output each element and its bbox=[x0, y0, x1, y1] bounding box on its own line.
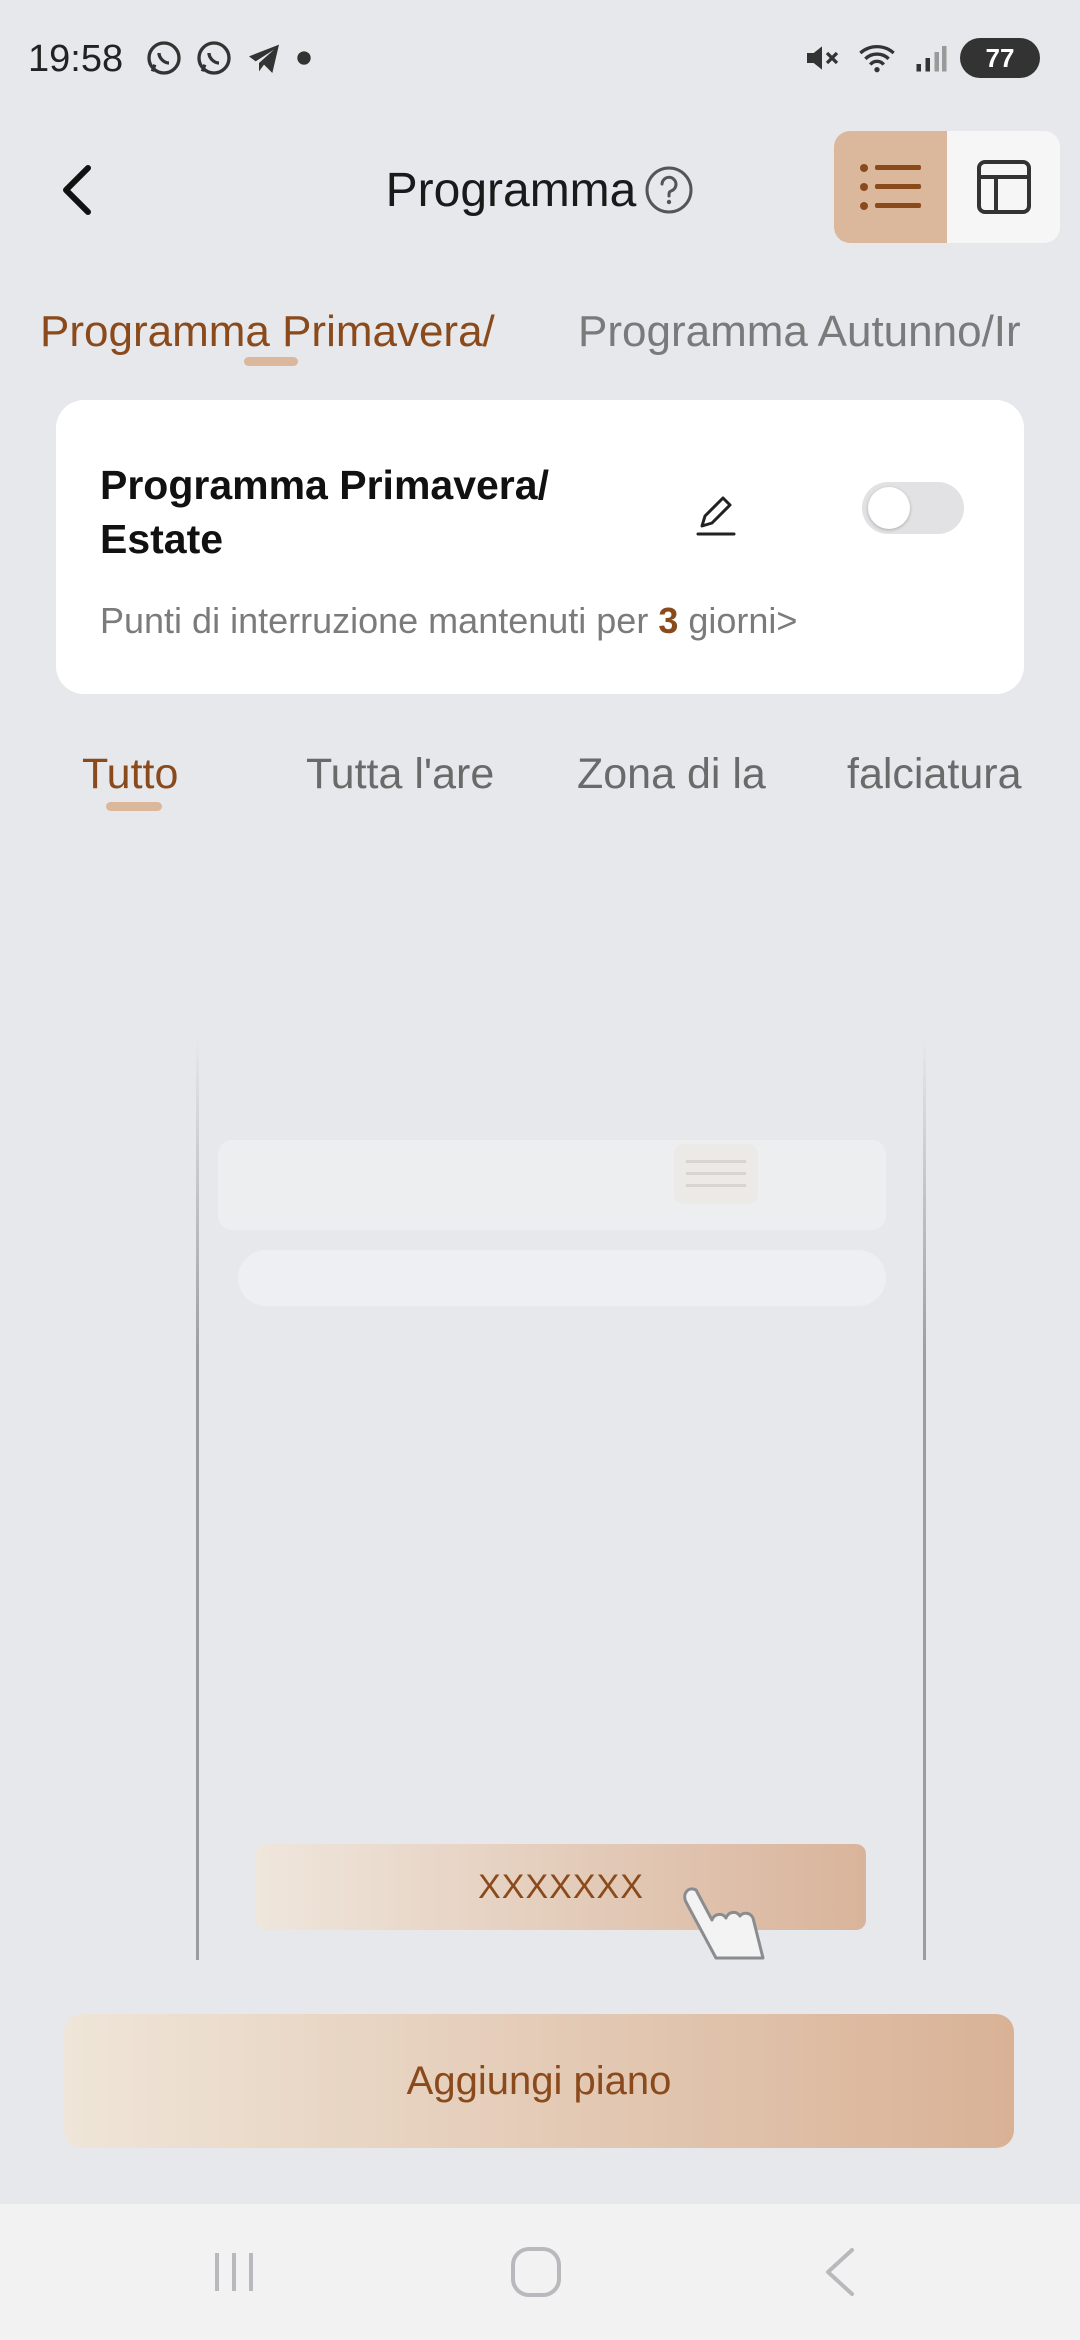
illustration-header-bar bbox=[218, 1140, 886, 1230]
battery-icon: 77 bbox=[960, 38, 1040, 78]
whatsapp-icon bbox=[147, 41, 181, 75]
wifi-icon bbox=[859, 45, 895, 73]
layout-view-button[interactable] bbox=[947, 131, 1060, 243]
recent-apps-button[interactable] bbox=[204, 2242, 264, 2302]
home-button[interactable] bbox=[506, 2242, 566, 2302]
zone-filter-zone[interactable]: Zona di la bbox=[577, 750, 766, 799]
program-title: Programma Primavera/ Estate bbox=[100, 462, 549, 562]
empty-state-illustration: XXXXXXX bbox=[196, 1040, 926, 1960]
back-triangle-icon bbox=[826, 2248, 854, 2296]
breakpoint-days: 3 bbox=[658, 600, 679, 641]
program-enable-switch[interactable] bbox=[862, 482, 964, 534]
battery-level: 77 bbox=[985, 42, 1015, 73]
status-bar: 19:58 77 bbox=[0, 0, 1080, 120]
zone-filter-mowing[interactable]: falciatura bbox=[847, 750, 1021, 799]
zone-filter-all[interactable]: Tutto bbox=[82, 750, 178, 799]
system-nav-bar bbox=[0, 2204, 1080, 2340]
nav-back-button[interactable] bbox=[810, 2242, 870, 2302]
illustration-pill bbox=[238, 1250, 886, 1306]
recent-apps-icon bbox=[215, 2253, 253, 2291]
switch-knob bbox=[868, 487, 910, 529]
notification-icons bbox=[144, 38, 314, 78]
zone-filter-whole-area[interactable]: Tutta l'are bbox=[306, 750, 494, 799]
layout-icon bbox=[976, 160, 1031, 214]
illustration-list-icon bbox=[674, 1144, 758, 1204]
tab-program-autumn[interactable]: Programma Autunno/Ir bbox=[578, 307, 1021, 357]
breakpoint-info-suffix: giorni> bbox=[678, 600, 798, 641]
zone-active-indicator bbox=[106, 802, 162, 811]
program-card: Programma Primavera/ Estate Punti di int… bbox=[56, 400, 1024, 694]
whatsapp-icon bbox=[197, 41, 231, 75]
add-plan-button[interactable]: Aggiungi piano bbox=[64, 2014, 1014, 2148]
system-icons: 77 bbox=[802, 38, 1040, 78]
program-tabs: Programma Primavera/ Programma Autunno/I… bbox=[0, 295, 1080, 385]
tab-active-indicator bbox=[244, 357, 298, 366]
screen: 19:58 77 Programma Programma Primavera/ bbox=[0, 0, 1080, 2340]
page-title: Programma bbox=[385, 163, 637, 217]
home-icon bbox=[511, 2247, 561, 2297]
dot-icon bbox=[297, 51, 311, 65]
zone-filters: Tutto Tutta l'are Zona di la falciatura bbox=[0, 740, 1080, 830]
view-mode-toggle bbox=[834, 131, 1060, 243]
status-time: 19:58 bbox=[28, 38, 124, 80]
list-icon bbox=[859, 164, 921, 210]
edit-icon[interactable] bbox=[686, 482, 746, 542]
list-view-button[interactable] bbox=[834, 131, 947, 243]
breakpoint-info-link[interactable]: Punti di interruzione mantenuti per 3 gi… bbox=[100, 600, 797, 642]
question-circle-icon[interactable] bbox=[644, 165, 694, 215]
telegram-icon bbox=[249, 44, 279, 73]
signal-icon bbox=[916, 46, 947, 72]
breakpoint-info-prefix: Punti di interruzione mantenuti per bbox=[100, 600, 659, 641]
tab-program-spring[interactable]: Programma Primavera/ bbox=[40, 307, 495, 357]
pointing-hand-icon bbox=[683, 1887, 765, 1960]
mute-icon bbox=[807, 46, 839, 70]
